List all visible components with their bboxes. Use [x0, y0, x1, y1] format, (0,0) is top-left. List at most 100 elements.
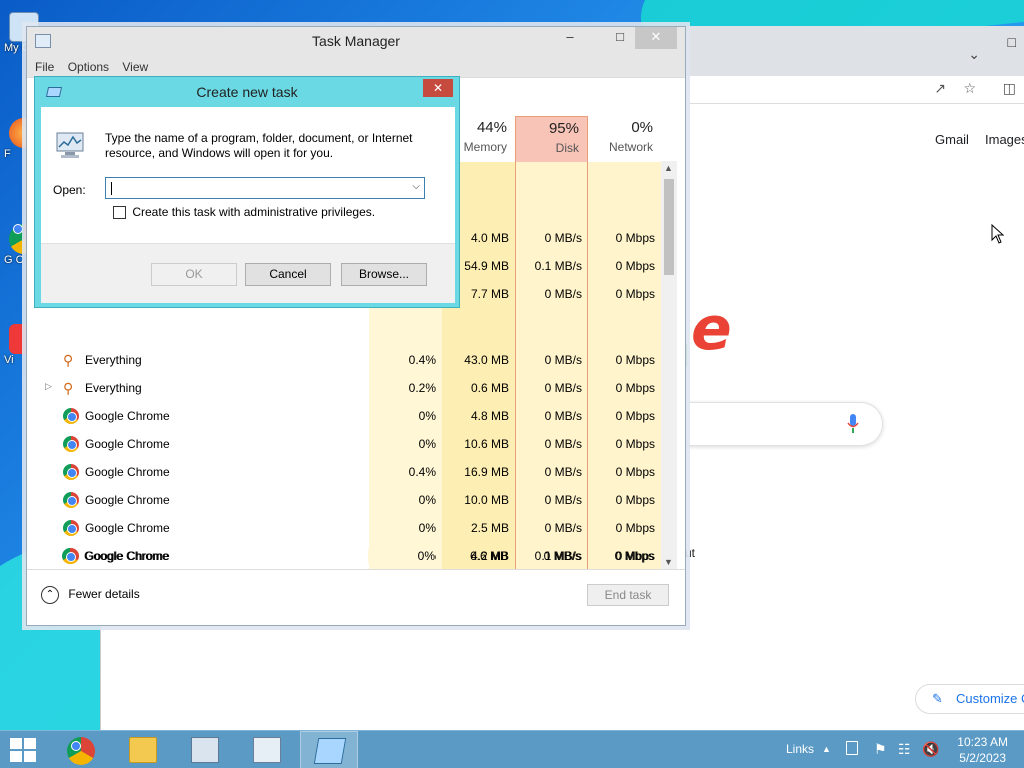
customize-label: Customize C: [956, 691, 1024, 706]
network-cell: 0 Mbps: [615, 231, 655, 245]
process-name: Google Chrome: [85, 493, 170, 507]
links-toolbar[interactable]: Links: [786, 731, 814, 768]
maximize-button[interactable]: □: [605, 27, 635, 49]
fewer-details-button[interactable]: ⌃ Fewer details: [41, 586, 140, 604]
table-row[interactable]: Google Chrome 0% 6.6 MB 0 MB/s 0 Mbps: [26, 542, 660, 570]
close-button[interactable]: ✕: [635, 27, 677, 49]
checkbox-label: Create this task with administrative pri…: [132, 205, 376, 219]
open-label: Open:: [53, 183, 86, 197]
keyboard-monitor-icon: [191, 737, 219, 763]
images-link[interactable]: Images: [985, 132, 1024, 147]
task-manager-footer: ⌃ Fewer details End task: [27, 569, 685, 625]
taskbar-file-explorer[interactable]: [114, 731, 172, 768]
table-row[interactable]: Google Chrome 0% 10.6 MB 0 MB/s 0 Mbps: [27, 430, 661, 458]
task-manager-icon: [253, 737, 281, 763]
network-cell: 0 Mbps: [614, 549, 654, 563]
action-center-flag-icon[interactable]: ⚑: [874, 731, 887, 768]
taskbar-run-dialog[interactable]: [300, 731, 358, 768]
chevron-down-icon[interactable]: ⌄: [968, 46, 980, 63]
cpu-cell: 0.4%: [408, 465, 436, 479]
chevron-down-icon[interactable]: ⌵: [412, 181, 420, 192]
table-row[interactable]: Google Chrome 0.4% 16.9 MB 0 MB/s 0 Mbps: [27, 458, 661, 486]
cpu-cell: 0.2%: [408, 381, 436, 395]
system-clock[interactable]: 10:23 AM 5/2/2023: [957, 734, 1008, 766]
network-cell: 0 Mbps: [615, 353, 655, 367]
disk-cell: 0 MB/s: [544, 521, 582, 535]
task-manager-title-bar[interactable]: Task Manager – □ ✕: [27, 27, 685, 57]
process-name: Google Chrome: [85, 521, 170, 535]
pencil-icon: ✎: [932, 691, 943, 706]
open-combobox[interactable]: ⌵: [105, 177, 425, 199]
scroll-down-arrow-icon[interactable]: ▼: [664, 557, 673, 567]
process-name: Google Chrome: [85, 465, 170, 479]
run-dialog-icon: [45, 87, 63, 97]
column-header-network[interactable]: 0% Network: [588, 116, 661, 162]
disk-cell: 0 MB/s: [543, 549, 581, 563]
dialog-title-bar[interactable]: Create new task: [35, 77, 459, 103]
create-new-task-dialog: Create new task ✕ Type the name of a pro…: [34, 76, 460, 308]
table-row[interactable]: Google Chrome 0% 10.0 MB 0 MB/s 0 Mbps: [27, 486, 661, 514]
restore-icon[interactable]: □: [1008, 34, 1016, 50]
memory-cell: 4.8 MB: [470, 409, 509, 423]
taskbar-keyboard-app[interactable]: [176, 731, 234, 768]
start-button[interactable]: [10, 737, 38, 763]
scroll-up-arrow-icon[interactable]: ▲: [664, 163, 673, 173]
table-row[interactable]: ⚲ Everything 0.4% 43.0 MB 0 MB/s 0 Mbps: [27, 346, 661, 374]
scrollbar-thumb[interactable]: [664, 179, 674, 275]
bookmark-star-icon[interactable]: ☆: [963, 80, 976, 97]
network-cell: 0 Mbps: [615, 287, 655, 301]
network-percent: 0%: [631, 119, 653, 136]
clock-date: 5/2/2023: [959, 751, 1006, 765]
disk-cell: 0 MB/s: [544, 353, 582, 367]
dialog-close-button[interactable]: ✕: [423, 79, 453, 97]
share-icon[interactable]: ↗: [934, 80, 946, 97]
microphone-icon[interactable]: [847, 414, 859, 434]
admin-privileges-checkbox[interactable]: Create this task with administrative pri…: [113, 205, 376, 220]
menu-view[interactable]: View: [122, 57, 148, 77]
memory-cell: 43.0 MB: [464, 353, 509, 367]
show-desktop-icon[interactable]: [846, 741, 858, 755]
volume-muted-icon[interactable]: 🔇: [922, 731, 939, 768]
menu-options[interactable]: Options: [68, 57, 109, 77]
taskbar-task-manager[interactable]: [238, 731, 296, 768]
browse-button[interactable]: Browse...: [341, 263, 427, 286]
network-cell: 0 Mbps: [615, 521, 655, 535]
chrome-icon: [63, 520, 79, 536]
table-row[interactable]: Google Chrome 0% 4.8 MB 0 MB/s 0 Mbps: [27, 402, 661, 430]
partial-link-text[interactable]: ut: [685, 546, 695, 560]
network-cell: 0 Mbps: [615, 381, 655, 395]
cpu-cell: 0%: [418, 409, 436, 423]
customize-chrome-button[interactable]: ✎ Customize C: [915, 684, 1024, 714]
disk-percent: 95%: [548, 120, 579, 137]
run-dialog-icon: [313, 738, 347, 764]
disk-cell: 0.1 MB/s: [534, 259, 582, 273]
dialog-content: Type the name of a program, folder, docu…: [41, 107, 455, 303]
table-row[interactable]: ▷ ⚲ Everything 0.2% 0.6 MB 0 MB/s 0 Mbps: [27, 374, 661, 402]
side-panel-icon[interactable]: ◫: [1003, 80, 1016, 97]
table-row[interactable]: Google Chrome 0% 2.5 MB 0 MB/s 0 Mbps: [27, 514, 661, 542]
network-cell: 0 Mbps: [615, 259, 655, 273]
minimize-button[interactable]: –: [555, 27, 585, 49]
end-task-button[interactable]: End task: [587, 584, 669, 606]
menu-bar: File Options View: [27, 57, 685, 77]
memory-cell: 2.5 MB: [470, 521, 509, 535]
taskbar-chrome[interactable]: [52, 731, 110, 768]
checkbox-box[interactable]: [113, 206, 126, 220]
gmail-link[interactable]: Gmail: [935, 132, 969, 147]
disk-cell: 0 MB/s: [544, 409, 582, 423]
process-name: Google Chrome: [85, 409, 170, 423]
column-header-disk[interactable]: 95% Disk: [515, 116, 588, 162]
mouse-cursor-icon: [991, 224, 1005, 244]
memory-cell: 10.6 MB: [464, 437, 509, 451]
expand-arrow-icon[interactable]: ▷: [45, 381, 52, 392]
network-icon[interactable]: ☷: [898, 731, 911, 768]
memory-cell: 6.6 MB: [469, 549, 508, 563]
google-logo-letter: e: [691, 294, 732, 364]
chevron-up-icon[interactable]: ▲: [822, 731, 831, 768]
menu-file[interactable]: File: [35, 57, 54, 77]
cancel-button[interactable]: Cancel: [245, 263, 331, 286]
ok-button[interactable]: OK: [151, 263, 237, 286]
process-list-scrollbar[interactable]: ▲ ▼: [661, 161, 677, 569]
chrome-icon: [63, 436, 79, 452]
dialog-message: Type the name of a program, folder, docu…: [105, 131, 413, 160]
